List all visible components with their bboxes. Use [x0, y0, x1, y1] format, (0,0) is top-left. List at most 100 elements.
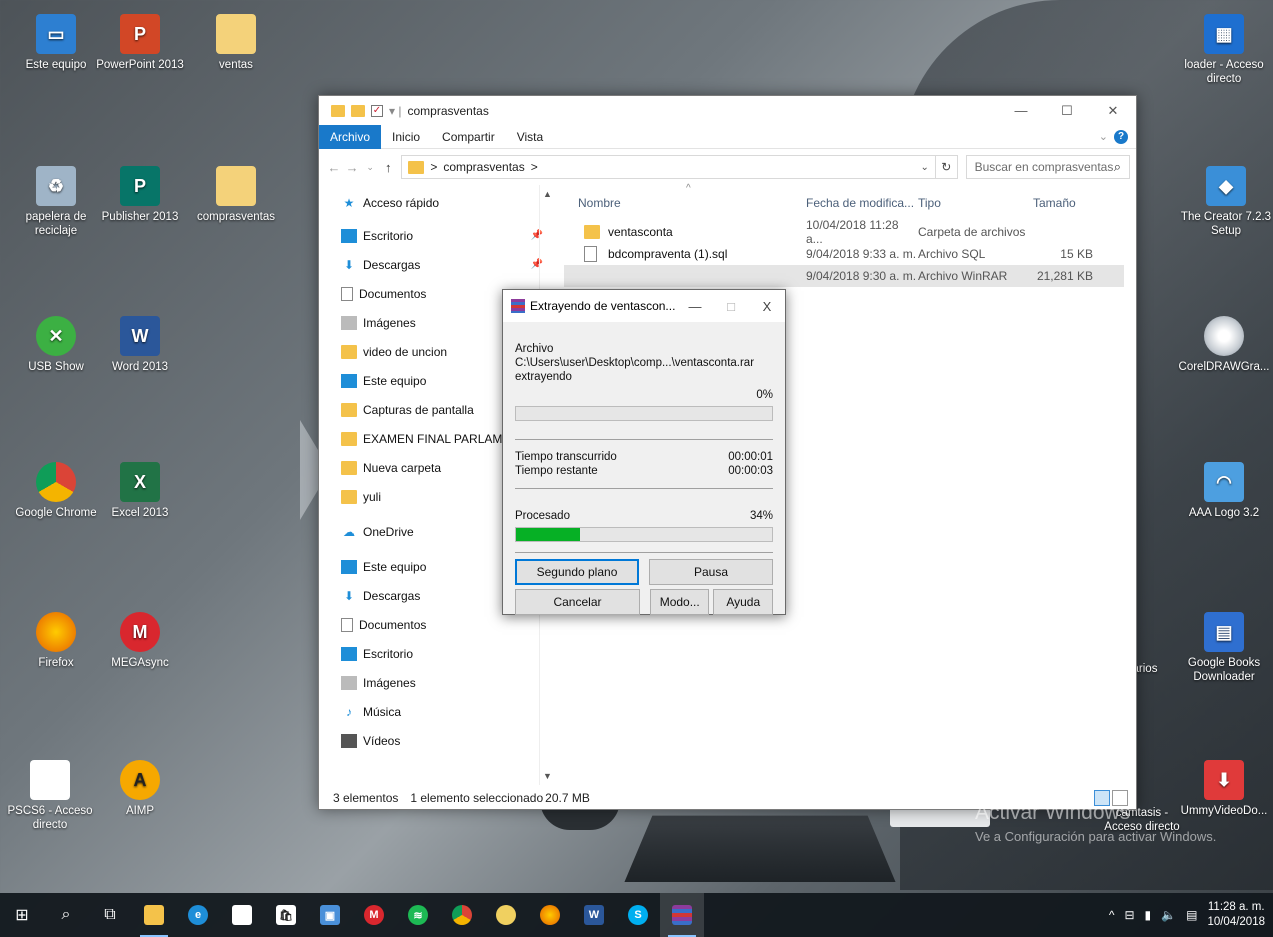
desktop-icon-comprasventas[interactable]: comprasventas: [190, 166, 282, 224]
nav-item-descargas[interactable]: ⬇ Descargas 📌: [319, 250, 555, 279]
desktop-icon-aaa-logo[interactable]: ◠ AAA Logo 3.2: [1178, 462, 1270, 520]
clock[interactable]: 11:28 a. m. 10/04/2018: [1207, 900, 1265, 930]
nav-pc-escritorio[interactable]: Escritorio: [319, 639, 555, 668]
quick-access-dropdown-icon[interactable]: ▾ |: [389, 104, 401, 118]
explorer-titlebar[interactable]: ✓ ▾ | comprasventas — ☐ ✕: [319, 96, 1136, 125]
taskbar-app[interactable]: ▣: [308, 893, 352, 937]
processed-progress-bar: [515, 527, 773, 542]
desktop-icon-coreldraw[interactable]: CorelDRAWGra...: [1178, 316, 1270, 374]
desktop-icon-ventas[interactable]: ventas: [190, 14, 282, 72]
desktop-icon: [341, 228, 357, 243]
volume-icon[interactable]: 🔈: [1161, 908, 1176, 922]
folder-icon: [584, 225, 600, 239]
minimize-button[interactable]: —: [998, 103, 1044, 119]
task-view-icon: ⧉: [104, 906, 116, 923]
taskbar-chrome[interactable]: [440, 893, 484, 937]
dialog-titlebar[interactable]: Extrayendo de ventascon... — □ X: [503, 290, 785, 322]
close-button[interactable]: ✕: [1090, 103, 1136, 119]
taskbar-app-2[interactable]: [484, 893, 528, 937]
background-button[interactable]: Segundo plano: [515, 559, 640, 585]
show-hidden-icons-icon[interactable]: ^: [1109, 908, 1115, 922]
desktop-icon-firefox[interactable]: Firefox: [10, 612, 102, 670]
taskbar-search-button[interactable]: ⌕: [44, 893, 88, 937]
desktop-icon-chrome[interactable]: Google Chrome: [10, 462, 102, 520]
desktop-icon-este-equipo[interactable]: ▭ Este equipo: [10, 14, 102, 72]
network-icon[interactable]: ⊟: [1124, 908, 1134, 922]
tab-vista[interactable]: Vista: [506, 125, 554, 149]
notifications-icon[interactable]: ▤: [1186, 908, 1197, 922]
recent-locations-icon[interactable]: ⌄: [361, 162, 379, 173]
back-icon[interactable]: ←: [325, 160, 343, 175]
firefox-icon: [36, 612, 76, 652]
taskbar-firefox[interactable]: [528, 893, 572, 937]
pictures-icon: [341, 315, 357, 330]
taskbar-file-explorer[interactable]: [132, 893, 176, 937]
nav-pc-imagenes[interactable]: Imágenes: [319, 668, 555, 697]
mega-icon: M: [120, 612, 160, 652]
breadcrumb-comprasventas[interactable]: comprasventas: [443, 160, 524, 174]
nav-item-escritorio[interactable]: Escritorio 📌: [319, 221, 555, 250]
properties-icon[interactable]: ✓: [371, 104, 383, 117]
mode-button[interactable]: Modo...: [649, 589, 710, 615]
refresh-icon[interactable]: ↻: [935, 155, 958, 179]
taskbar-notepad[interactable]: [220, 893, 264, 937]
desktop-icon-publisher[interactable]: P Publisher 2013: [94, 166, 186, 224]
desktop-icon-usb-show[interactable]: ✕ USB Show: [10, 316, 102, 374]
cancel-button[interactable]: Cancelar: [515, 589, 640, 615]
taskbar-winrar[interactable]: [660, 893, 704, 937]
column-header-type[interactable]: Tipo: [918, 196, 1033, 210]
taskbar-store[interactable]: 🛍: [264, 893, 308, 937]
desktop-icon-word[interactable]: W Word 2013: [94, 316, 186, 374]
taskbar-mega[interactable]: M: [352, 893, 396, 937]
desktop-icon-excel[interactable]: X Excel 2013: [94, 462, 186, 520]
column-header-size[interactable]: Tamaño: [1033, 196, 1093, 210]
breadcrumb-separator[interactable]: >: [531, 160, 538, 174]
taskbar-skype[interactable]: S: [616, 893, 660, 937]
scroll-up-icon[interactable]: ▲: [543, 189, 552, 199]
help-button[interactable]: Ayuda: [713, 589, 773, 615]
desktop-icon-aimp[interactable]: A AIMP: [94, 760, 186, 818]
taskbar-spotify[interactable]: ≋: [396, 893, 440, 937]
dialog-minimize-button[interactable]: —: [677, 299, 713, 314]
file-row-selected[interactable]: 9/04/2018 9:30 a. m. Archivo WinRAR 21,2…: [564, 265, 1124, 287]
up-icon[interactable]: ↑: [379, 160, 397, 175]
documents-icon: [341, 286, 353, 301]
search-placeholder: Buscar en comprasventas: [974, 160, 1114, 174]
file-row[interactable]: ventasconta 10/04/2018 11:28 a... Carpet…: [564, 218, 1124, 246]
file-row[interactable]: bdcompraventa (1).sql 9/04/2018 9:33 a. …: [564, 243, 1124, 265]
scroll-down-icon[interactable]: ▼: [543, 771, 552, 781]
desktop-icon-pscs6[interactable]: PSCS6 - Acceso directo: [4, 760, 96, 832]
pause-button[interactable]: Pausa: [649, 559, 773, 585]
desktop-icon-powerpoint[interactable]: P PowerPoint 2013: [94, 14, 186, 72]
task-view-button[interactable]: ⧉: [88, 893, 132, 937]
taskbar-word[interactable]: W: [572, 893, 616, 937]
dialog-close-button[interactable]: X: [749, 299, 785, 314]
nav-pc-videos[interactable]: Vídeos: [319, 726, 555, 755]
column-header-name[interactable]: Nombre: [564, 196, 806, 210]
aaa-logo-icon: ◠: [1204, 462, 1244, 502]
tab-compartir[interactable]: Compartir: [431, 125, 506, 149]
desktop-icon-papelera[interactable]: ♻ papelera de reciclaje: [10, 166, 102, 238]
desktop-icon-loader[interactable]: ▦ loader - Acceso directo: [1178, 14, 1270, 86]
status-size: 20.7 MB: [545, 791, 590, 805]
help-icon[interactable]: ?: [1114, 129, 1128, 144]
maximize-button[interactable]: ☐: [1044, 103, 1090, 119]
address-bar[interactable]: > comprasventas > ⌄: [401, 155, 936, 179]
desktop-icon-the-creator[interactable]: ◆ The Creator 7.2.3 Setup: [1180, 166, 1272, 238]
column-header-date[interactable]: Fecha de modifica...: [806, 196, 918, 210]
start-button[interactable]: ⊞: [0, 893, 44, 937]
search-input[interactable]: Buscar en comprasventas ⌕: [965, 155, 1130, 179]
desktop-icon-megasync[interactable]: M MEGAsync: [94, 612, 186, 670]
battery-icon[interactable]: ▮: [1145, 908, 1152, 922]
nav-label: Descargas: [363, 588, 421, 603]
nav-pc-musica[interactable]: ♪ Música: [319, 697, 555, 726]
recycle-bin-icon: ♻: [36, 166, 76, 206]
desktop-icon-google-books[interactable]: ▤ Google Books Downloader: [1178, 612, 1270, 684]
tab-archivo[interactable]: Archivo: [319, 124, 382, 149]
nav-quick-access[interactable]: ★ Acceso rápido: [319, 185, 555, 221]
chevron-down-icon[interactable]: ⌄: [920, 162, 928, 173]
expand-ribbon-icon[interactable]: ⌄: [1099, 130, 1108, 143]
taskbar-edge[interactable]: e: [176, 893, 220, 937]
forward-icon[interactable]: →: [343, 160, 361, 175]
tab-inicio[interactable]: Inicio: [381, 125, 431, 149]
